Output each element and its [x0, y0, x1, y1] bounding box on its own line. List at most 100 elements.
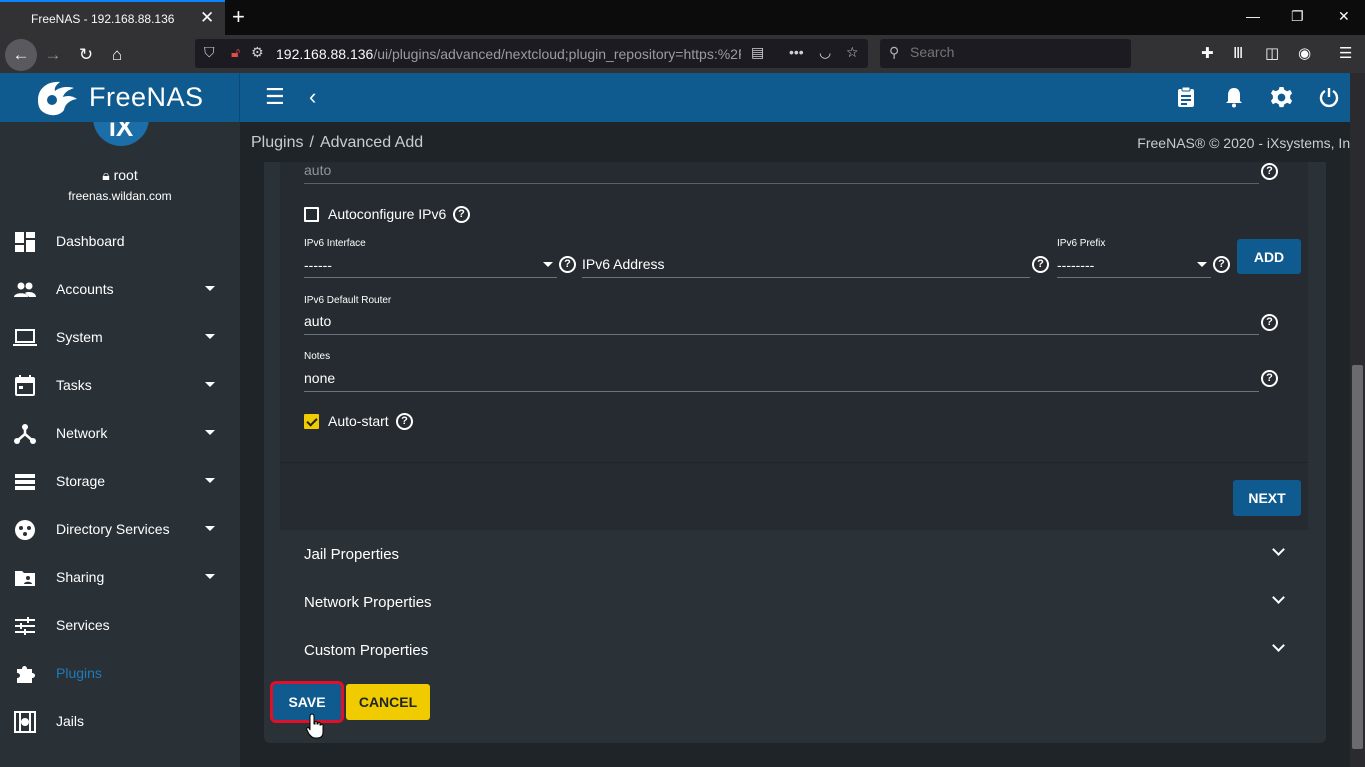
- brand[interactable]: FreeNAS: [0, 73, 240, 122]
- hamburger-menu-icon[interactable]: ☰: [265, 85, 285, 109]
- home-icon[interactable]: ⌂: [104, 42, 130, 68]
- expand-caret-icon: [205, 286, 215, 291]
- forward-icon[interactable]: →: [40, 42, 66, 68]
- add-ipv6-button[interactable]: ADD: [1237, 239, 1301, 274]
- tab-title: FreeNAS - 192.168.88.136: [31, 12, 175, 26]
- url-bar[interactable]: ⛉ 🔓︎ ⚙ 192.168.88.136/ui/plugins/advance…: [195, 39, 868, 68]
- prev-field-help-icon[interactable]: ?: [1261, 163, 1278, 180]
- extensions-icon[interactable]: ✚: [1201, 44, 1214, 62]
- auto-start-help-icon[interactable]: ?: [396, 413, 413, 430]
- ipv6-prefix-select[interactable]: --------: [1057, 257, 1094, 273]
- sidebar-item-label: Jails: [56, 713, 85, 729]
- browser-tab-active[interactable]: FreeNAS - 192.168.88.136 ✕: [0, 0, 225, 35]
- insecure-lock-icon[interactable]: 🔓︎: [231, 44, 240, 61]
- sidebar-item-system[interactable]: System: [0, 314, 240, 362]
- sidebar-item-label: Services: [56, 617, 110, 633]
- ipv6-interface-select[interactable]: ------: [304, 257, 332, 273]
- sidebar-item-dashboard[interactable]: Dashboard: [0, 218, 240, 266]
- notifications-bell-icon[interactable]: [1223, 86, 1245, 108]
- back-icon[interactable]: ←: [5, 39, 37, 71]
- ipv6-address-help-icon[interactable]: ?: [1032, 256, 1049, 273]
- bookmark-star-icon[interactable]: ☆: [846, 44, 859, 61]
- chevron-down-icon[interactable]: [1272, 639, 1285, 652]
- expansion-panel-jail-properties[interactable]: Jail Properties: [280, 530, 1308, 578]
- user-info: 🔒︎ root: [0, 167, 240, 184]
- expansion-panel-network-properties[interactable]: Network Properties: [280, 578, 1308, 626]
- reload-icon[interactable]: ↻: [73, 42, 99, 68]
- sidebar-item-accounts[interactable]: Accounts: [0, 266, 240, 314]
- expansion-panel-title: Custom Properties: [304, 642, 429, 659]
- auto-start-checkbox[interactable]: [304, 414, 319, 429]
- library-icon[interactable]: Ⅲ: [1233, 44, 1243, 62]
- brand-name: FreeNAS: [89, 82, 204, 112]
- url-text[interactable]: 192.168.88.136/ui/plugins/advanced/nextc…: [276, 46, 741, 62]
- sidebar-item-storage[interactable]: Storage: [0, 458, 240, 506]
- sidebar-item-jails[interactable]: Jails: [0, 698, 240, 746]
- shield-icon[interactable]: ⛉: [204, 44, 215, 61]
- expansion-panel-custom-properties[interactable]: Custom Properties: [280, 626, 1308, 674]
- sidebar-item-services[interactable]: Services: [0, 602, 240, 650]
- pocket-icon[interactable]: ◡: [819, 44, 831, 61]
- sidebar-item-plugins[interactable]: Plugins: [0, 650, 240, 698]
- power-icon[interactable]: [1318, 86, 1340, 108]
- expansion-panel-title: Network Properties: [304, 594, 432, 611]
- autoconfigure-ipv6-checkbox[interactable]: [304, 207, 319, 222]
- sidebar-item-sharing[interactable]: Sharing: [0, 554, 240, 602]
- ipv6-prefix-underline: [1057, 277, 1211, 278]
- username: root: [113, 167, 138, 183]
- expansion-panels: Jail Properties Network Properties Custom …: [280, 530, 1308, 674]
- ipv6-address-input[interactable]: IPv6 Address: [582, 256, 665, 272]
- search-input[interactable]: [910, 44, 1110, 60]
- page-actions-icon[interactable]: •••: [789, 44, 804, 60]
- reader-view-icon[interactable]: ▤: [751, 44, 764, 61]
- notes-help-icon[interactable]: ?: [1261, 370, 1278, 387]
- task-manager-icon[interactable]: [1175, 86, 1197, 108]
- copyright-text: FreeNAS® © 2020 - iXsystems, Inc.: [1137, 135, 1361, 151]
- minimize-icon[interactable]: —: [1246, 8, 1260, 24]
- sidebar-item-label: Plugins: [56, 665, 102, 681]
- prev-field-underline: [304, 183, 1259, 184]
- chevron-down-icon[interactable]: [1272, 543, 1285, 556]
- laptop-icon: [13, 329, 37, 346]
- ipv6-interface-dropdown-icon[interactable]: [543, 262, 553, 267]
- tune-icon: [15, 617, 35, 635]
- collapse-sidebar-icon[interactable]: ‹: [309, 85, 316, 109]
- restore-icon[interactable]: ❐: [1291, 8, 1304, 25]
- menu-icon[interactable]: ☰: [1339, 44, 1352, 62]
- expand-caret-icon: [205, 430, 215, 435]
- account-icon[interactable]: ◉: [1298, 44, 1311, 62]
- breadcrumb-separator: /: [309, 134, 314, 151]
- next-button[interactable]: NEXT: [1233, 480, 1301, 516]
- chevron-down-icon[interactable]: [1272, 591, 1285, 604]
- permissions-icon[interactable]: ⚙: [251, 44, 264, 61]
- folder-shared-icon: [15, 571, 35, 586]
- new-tab-icon[interactable]: +: [232, 4, 245, 30]
- page-scrollbar[interactable]: [1350, 73, 1365, 767]
- settings-gear-icon[interactable]: [1270, 86, 1293, 109]
- ipv6-default-router-input[interactable]: auto: [304, 313, 331, 329]
- sidebar-toggle-icon[interactable]: ◫: [1265, 44, 1279, 62]
- notes-label: Notes: [304, 351, 331, 362]
- sidebar-item-label: Tasks: [56, 377, 92, 393]
- search-bar[interactable]: ⚲: [880, 39, 1131, 68]
- autoconfigure-ipv6-help-icon[interactable]: ?: [453, 206, 470, 223]
- sidebar-item-label: Dashboard: [56, 233, 125, 249]
- window-close-icon[interactable]: ✕: [1338, 8, 1350, 25]
- lock-icon: 🔒︎: [102, 167, 110, 183]
- close-tab-icon[interactable]: ✕: [200, 8, 214, 28]
- breadcrumb-plugins-link[interactable]: Plugins: [251, 134, 303, 151]
- sidebar-item-tasks[interactable]: Tasks: [0, 362, 240, 410]
- ipv6-interface-help-icon[interactable]: ?: [559, 256, 576, 273]
- ipv6-prefix-help-icon[interactable]: ?: [1213, 256, 1230, 273]
- cancel-button[interactable]: CANCEL: [346, 684, 430, 720]
- app-header: FreeNAS ☰ ‹: [0, 73, 1365, 122]
- ipv6-default-router-help-icon[interactable]: ?: [1261, 314, 1278, 331]
- scrollbar-thumb[interactable]: [1352, 365, 1363, 749]
- storage-icon: [15, 474, 35, 490]
- ipv6-default-router-underline: [304, 334, 1259, 335]
- prev-field-value[interactable]: auto: [304, 162, 331, 178]
- sidebar-item-directory-services[interactable]: Directory Services: [0, 506, 240, 554]
- ipv6-prefix-dropdown-icon[interactable]: [1197, 262, 1207, 267]
- notes-input[interactable]: none: [304, 370, 335, 386]
- sidebar-item-network[interactable]: Network: [0, 410, 240, 458]
